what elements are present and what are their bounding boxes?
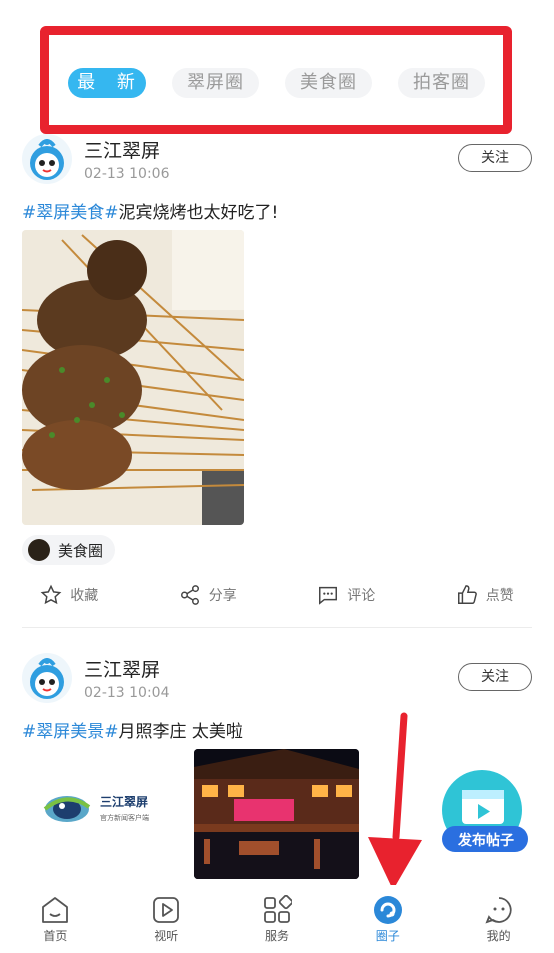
star-icon <box>40 584 62 605</box>
circle-icon <box>373 896 402 924</box>
circle-avatar-icon <box>28 539 50 561</box>
comment-icon <box>319 586 338 605</box>
night-town-image <box>194 749 359 879</box>
share-label: 分享 <box>208 588 237 604</box>
author-name[interactable]: 三江翠屏 <box>84 136 160 163</box>
post-time: 02-13 10:06 <box>84 166 170 182</box>
post-body: 泥宾烧烤也太好吃了! <box>118 203 279 223</box>
circle-tag-label: 美食圈 <box>58 541 104 560</box>
tab-bar: 最 新 翠屏圈 美食圈 拍客圈 <box>40 26 512 134</box>
nav-circle[interactable]: 圈子 <box>332 885 443 953</box>
bbq-skewers-image <box>22 230 244 525</box>
post-photo[interactable] <box>22 230 244 525</box>
follow-button[interactable]: 关注 <box>458 663 532 691</box>
nav-video-label: 视听 <box>154 929 179 943</box>
post-text: #翠屏美景#月照李庄 太美啦 <box>22 717 243 742</box>
share-icon <box>180 585 199 605</box>
follow-button[interactable]: 关注 <box>458 144 532 172</box>
bottom-nav: 首页 视听 服务 圈子 我的 <box>0 885 554 953</box>
like-button[interactable]: 点赞 <box>416 584 554 606</box>
nav-video[interactable]: 视听 <box>111 885 222 953</box>
nav-services[interactable]: 服务 <box>222 885 333 953</box>
comment-button[interactable]: 评论 <box>277 584 416 606</box>
post-time: 02-13 10:04 <box>84 685 170 701</box>
collect-button[interactable]: 收藏 <box>0 584 139 606</box>
nav-profile-label: 我的 <box>486 929 511 943</box>
circle-tag[interactable]: 美食圈 <box>22 535 116 565</box>
mascot-icon <box>30 658 64 699</box>
post-body: 月照李庄 太美啦 <box>118 722 243 742</box>
nav-profile[interactable]: 我的 <box>443 885 554 953</box>
publish-post-button[interactable]: 发布帖子 <box>440 768 532 858</box>
logo-subtext: 官方新闻客户端 <box>100 814 149 822</box>
post-actions: 收藏 分享 评论 点赞 <box>0 584 554 606</box>
services-icon <box>264 895 292 923</box>
tab-latest[interactable]: 最 新 <box>68 68 146 98</box>
home-icon <box>42 897 69 923</box>
tab-cuiping-circle[interactable]: 翠屏圈 <box>172 68 259 98</box>
profile-icon <box>485 897 512 924</box>
thumbs-up-icon <box>457 585 477 604</box>
author-name[interactable]: 三江翠屏 <box>84 655 160 682</box>
divider <box>22 627 532 628</box>
nav-home[interactable]: 首页 <box>0 885 111 953</box>
post-photo[interactable] <box>194 749 359 879</box>
post-text: #翠屏美食#泥宾烧烤也太好吃了! <box>22 198 278 223</box>
avatar[interactable] <box>22 134 72 184</box>
logo-text: 三江翠屏 <box>100 795 149 809</box>
avatar[interactable] <box>22 653 72 703</box>
video-icon <box>153 897 180 923</box>
mascot-icon <box>30 139 64 180</box>
share-button[interactable]: 分享 <box>139 584 278 606</box>
red-arrow-icon <box>368 712 422 890</box>
nav-services-label: 服务 <box>264 929 289 943</box>
publish-label: 发布帖子 <box>458 833 514 849</box>
hashtag-link[interactable]: #翠屏美景# <box>22 722 119 742</box>
nav-home-label: 首页 <box>43 929 68 943</box>
collect-label: 收藏 <box>70 588 99 604</box>
tab-food-circle[interactable]: 美食圈 <box>285 68 372 98</box>
like-label: 点赞 <box>485 588 514 604</box>
nav-circle-label: 圈子 <box>375 929 400 943</box>
tab-photographer-circle[interactable]: 拍客圈 <box>398 68 485 98</box>
comment-label: 评论 <box>347 588 376 604</box>
hashtag-link[interactable]: #翠屏美食# <box>22 203 119 223</box>
post-photo[interactable]: 三江翠屏 官方新闻客户端 <box>22 749 182 879</box>
